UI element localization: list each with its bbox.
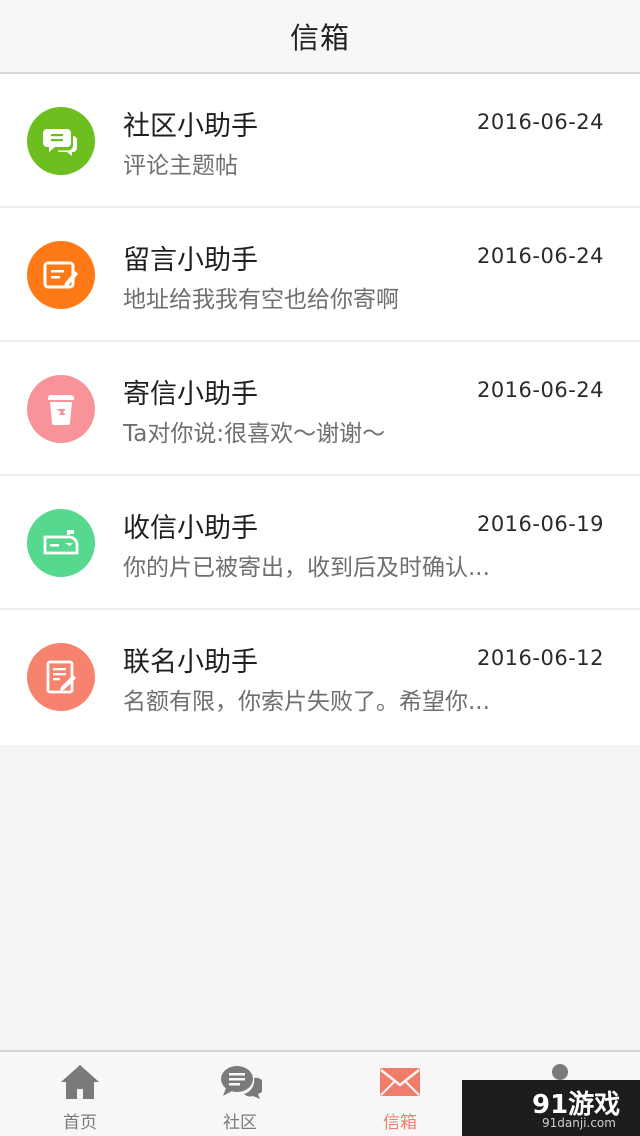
sender-name: 寄信小助手 (123, 379, 258, 410)
message-date: 2016-06-19 (476, 512, 604, 536)
chat-bubbles-icon (27, 107, 95, 175)
chat-bubbles-icon (221, 1066, 262, 1099)
message-preview: Ta对你说:很喜欢～谢谢～ (123, 421, 386, 447)
nav-bar: 信箱 (0, 0, 640, 74)
list-item[interactable]: 收信小助手 你的片已被寄出，收到后及时确认... 2016-06-19 (0, 476, 640, 610)
list-item[interactable]: 寄信小助手 Ta对你说:很喜欢～谢谢～ 2016-06-24 (0, 342, 640, 476)
message-date: 2016-06-24 (476, 110, 604, 134)
document-pen-icon (27, 643, 95, 711)
tab-mailbox[interactable]: 信箱 (350, 1062, 450, 1136)
note-pen-icon (27, 241, 95, 309)
tab-label: 社区 (223, 1113, 257, 1133)
watermark-sub: 91danji.com (542, 1116, 616, 1130)
message-preview: 地址给我我有空也给你寄啊 (123, 287, 399, 313)
mailbox-icon (27, 509, 95, 577)
envelope-icon (380, 1068, 420, 1096)
watermark-logo: 91游戏 91danji.com (462, 1080, 640, 1136)
sender-name: 社区小助手 (123, 111, 258, 142)
screen: 信箱 社区小助手 评论主题帖 2016-06-24 留言小助手 地址给我我有空也… (0, 0, 640, 1136)
page-title: 信箱 (289, 21, 350, 55)
sender-name: 收信小助手 (123, 513, 258, 544)
mail-bin-icon (27, 375, 95, 443)
message-preview: 你的片已被寄出，收到后及时确认... (123, 555, 490, 581)
message-date: 2016-06-24 (476, 244, 604, 268)
tab-label: 首页 (63, 1113, 97, 1133)
message-list: 社区小助手 评论主题帖 2016-06-24 留言小助手 地址给我我有空也给你寄… (0, 74, 640, 745)
message-date: 2016-06-12 (476, 646, 604, 670)
home-icon (61, 1065, 99, 1099)
message-date: 2016-06-24 (476, 378, 604, 402)
sender-name: 留言小助手 (123, 245, 258, 276)
tab-label: 信箱 (383, 1113, 417, 1133)
tab-community[interactable]: 社区 (190, 1062, 290, 1136)
message-preview: 名额有限，你索片失败了。希望你... (123, 689, 490, 715)
list-item[interactable]: 留言小助手 地址给我我有空也给你寄啊 2016-06-24 (0, 208, 640, 342)
message-preview: 评论主题帖 (123, 153, 238, 179)
tab-home[interactable]: 首页 (30, 1062, 130, 1136)
sender-name: 联名小助手 (123, 647, 258, 678)
list-item[interactable]: 社区小助手 评论主题帖 2016-06-24 (0, 74, 640, 208)
list-item[interactable]: 联名小助手 名额有限，你索片失败了。希望你... 2016-06-12 (0, 610, 640, 745)
